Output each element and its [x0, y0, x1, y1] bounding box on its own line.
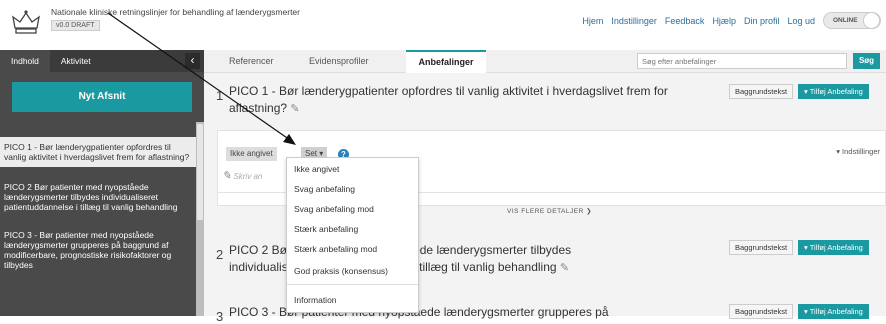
- add-recommendation-button[interactable]: ▾ Tilføj Anbefaling: [798, 240, 869, 255]
- background-text-button[interactable]: Baggrundstekst: [729, 304, 794, 319]
- sidebar-item-pico3[interactable]: PICO 3 - Bør patienter med nyopståede læ…: [0, 225, 196, 275]
- pencil-icon: ✎: [222, 170, 232, 182]
- write-recommendation-field[interactable]: ✎ Skriv an: [222, 169, 262, 182]
- app-title: Nationale kliniske retningslinjer for be…: [51, 7, 300, 17]
- nav-home[interactable]: Hjem: [582, 16, 603, 26]
- pico-title: PICO 1 - Bør lænderygpatienter opfordres…: [229, 83, 669, 118]
- search-button[interactable]: Søg: [853, 53, 880, 69]
- scroll-thumb[interactable]: [197, 124, 203, 220]
- dropdown-option[interactable]: Stærk anbefaling: [287, 219, 418, 239]
- settings-dropdown[interactable]: ▾ Indstillinger: [836, 147, 880, 156]
- top-header: Nationale kliniske retningslinjer for be…: [0, 0, 886, 50]
- nav-logout[interactable]: Log ud: [787, 16, 815, 26]
- pico-number: 3: [216, 309, 224, 324]
- status-value: Ikke angivet: [226, 147, 277, 161]
- pencil-icon[interactable]: ✎: [290, 103, 299, 115]
- pico-number: 1: [216, 88, 224, 103]
- sidebar-item-pico1[interactable]: PICO 1 - Bør lænderygpatienter opfordres…: [0, 137, 196, 167]
- nav-help[interactable]: Hjælp: [712, 16, 736, 26]
- write-placeholder: Skriv an: [233, 172, 263, 181]
- dropdown-option[interactable]: God praksis (konsensus): [287, 261, 418, 281]
- show-more-details-link[interactable]: VIS FLERE DETALJER ❯: [507, 207, 592, 215]
- sidebar: Indhold Aktivitet ‹ Nyt Afsnit PICO 1 - …: [0, 50, 204, 316]
- top-nav: Hjem Indstillinger Feedback Hjælp Din pr…: [582, 12, 881, 29]
- main-tabs: Referencer Evidensprofiler Anbefalinger …: [204, 50, 886, 73]
- sidebar-tab-content[interactable]: Indhold: [0, 50, 50, 72]
- tab-recommendations[interactable]: Anbefalinger: [406, 50, 486, 73]
- version-badge: v0.0 DRAFT: [51, 20, 100, 31]
- sidebar-tabs: Indhold Aktivitet ‹: [0, 50, 204, 72]
- recommendation-type-dropdown: Ikke angivet Svag anbefaling Svag anbefa…: [286, 157, 419, 313]
- new-section-button[interactable]: Nyt Afsnit: [12, 82, 192, 112]
- add-recommendation-button[interactable]: ▾ Tilføj Anbefaling: [798, 84, 869, 99]
- crown-logo-icon: [12, 10, 40, 34]
- collapse-sidebar-icon[interactable]: ‹: [185, 53, 200, 69]
- pencil-icon[interactable]: ✎: [560, 262, 569, 274]
- search-input[interactable]: [637, 53, 847, 69]
- dropdown-option[interactable]: Stærk anbefaling mod: [287, 239, 418, 259]
- online-toggle[interactable]: ONLINE: [823, 12, 881, 29]
- dropdown-option[interactable]: Svag anbefaling mod: [287, 199, 418, 219]
- tab-evidence-profiles[interactable]: Evidensprofiler: [309, 50, 369, 73]
- background-text-button[interactable]: Baggrundstekst: [729, 84, 794, 99]
- nav-profile[interactable]: Din profil: [744, 16, 780, 26]
- dropdown-divider: [287, 284, 418, 285]
- sidebar-scrollbar[interactable]: [196, 122, 204, 316]
- background-text-button[interactable]: Baggrundstekst: [729, 240, 794, 255]
- dropdown-option[interactable]: Information: [287, 290, 418, 310]
- toggle-knob: [863, 12, 880, 29]
- nav-settings[interactable]: Indstillinger: [611, 16, 657, 26]
- add-recommendation-button[interactable]: ▾ Tilføj Anbefaling: [798, 304, 869, 319]
- tab-references[interactable]: Referencer: [229, 50, 274, 73]
- sidebar-tab-activity[interactable]: Aktivitet: [50, 50, 102, 72]
- sidebar-item-pico2[interactable]: PICO 2 Bør patienter med nyopståede lænd…: [0, 177, 196, 217]
- dropdown-option[interactable]: Svag anbefaling: [287, 179, 418, 199]
- pico-number: 2: [216, 247, 224, 262]
- nav-feedback[interactable]: Feedback: [665, 16, 705, 26]
- online-label: ONLINE: [833, 17, 858, 24]
- dropdown-option[interactable]: Ikke angivet: [287, 159, 418, 179]
